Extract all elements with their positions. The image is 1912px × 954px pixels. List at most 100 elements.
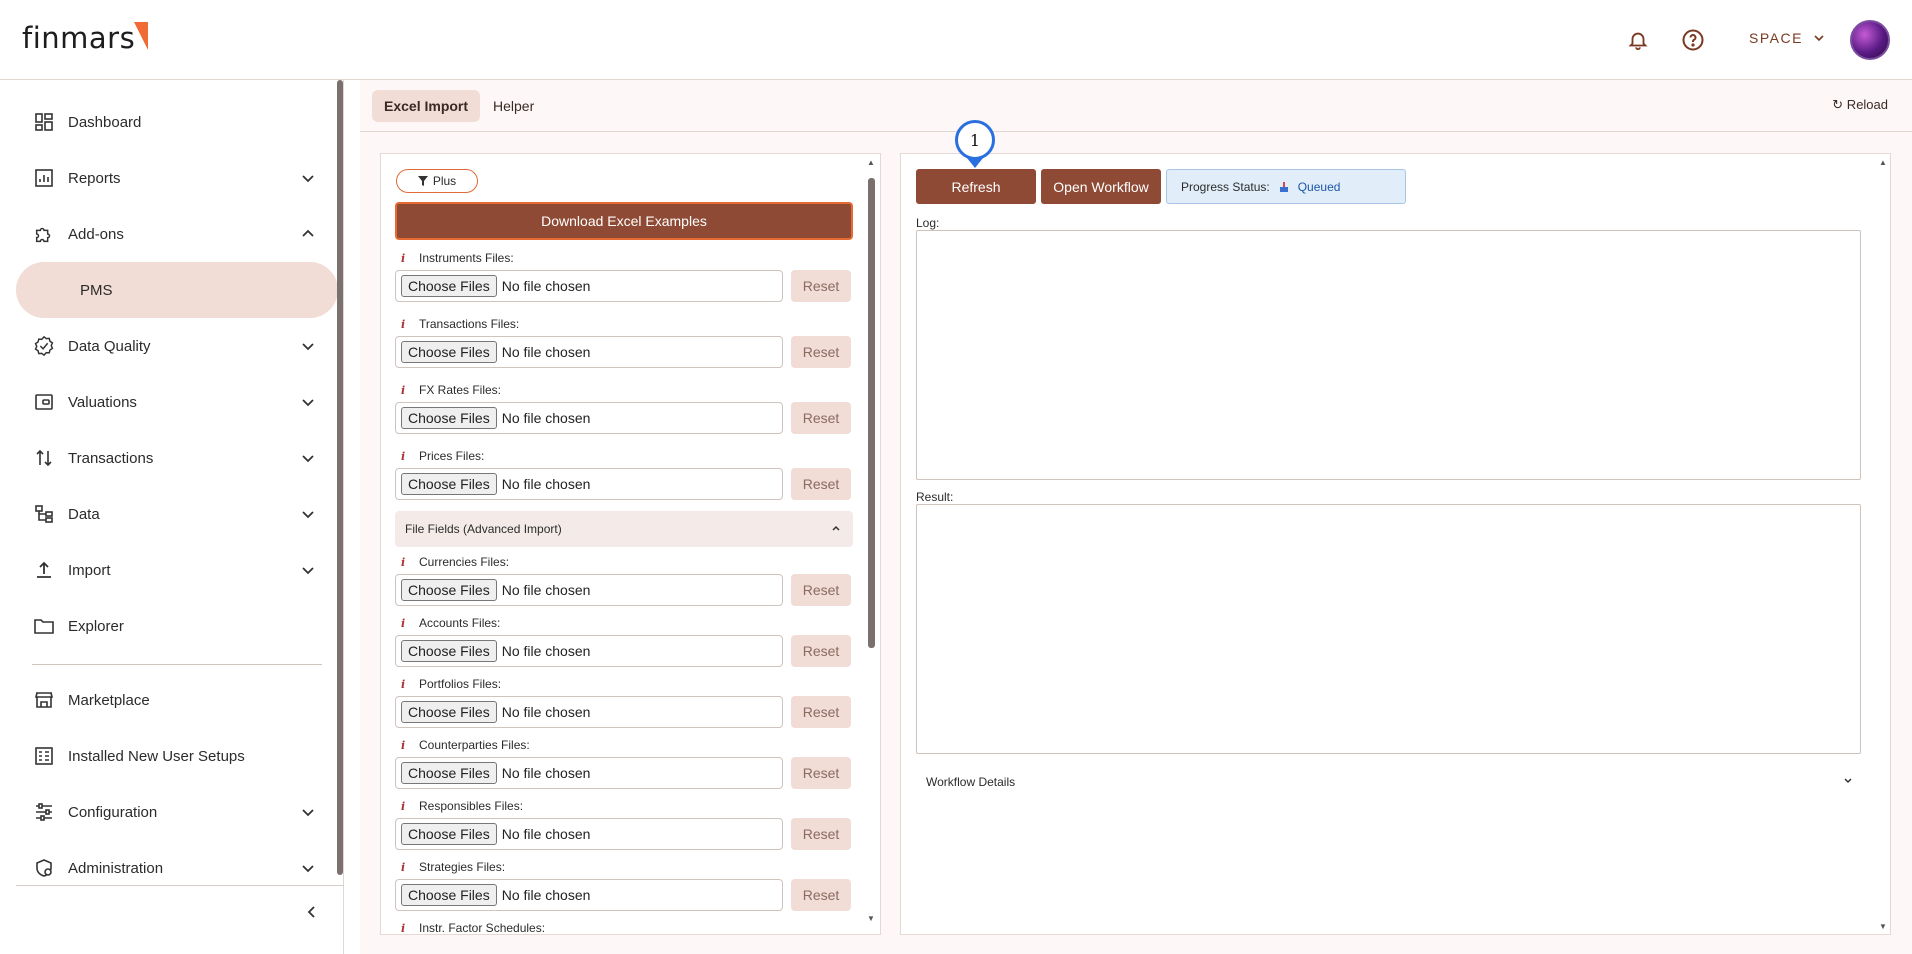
advanced-import-section-header[interactable]: File Fields (Advanced Import) — [395, 511, 853, 547]
reset-button[interactable]: Reset — [791, 757, 851, 789]
data-tree-icon — [32, 502, 56, 526]
sidebar-item-import[interactable]: Import — [16, 544, 336, 596]
choose-files-button[interactable]: Choose Files — [401, 701, 497, 723]
top-header: finmars SPACE — [0, 0, 1912, 80]
transactions-file-input[interactable]: Choose Files No file chosen — [395, 336, 783, 368]
sidebar-item-add-ons[interactable]: Add-ons — [16, 208, 336, 260]
choose-files-button[interactable]: Choose Files — [401, 640, 497, 662]
counterparties-file-input[interactable]: Choose Files No file chosen — [395, 757, 783, 789]
plus-filter-button[interactable]: Plus — [396, 169, 478, 193]
log-textarea[interactable] — [916, 230, 1861, 480]
sidebar-item-administration[interactable]: Administration — [16, 842, 336, 894]
scroll-down-arrow[interactable]: ▼ — [1879, 922, 1887, 931]
refresh-button[interactable]: Refresh — [916, 169, 1036, 204]
space-selector[interactable]: SPACE — [1749, 30, 1825, 46]
open-workflow-button[interactable]: Open Workflow — [1041, 169, 1161, 204]
file-field-label: i Strategies Files: — [401, 860, 506, 874]
prices-file-input[interactable]: Choose Files No file chosen — [395, 468, 783, 500]
choose-files-button[interactable]: Choose Files — [401, 473, 497, 495]
reset-button[interactable]: Reset — [791, 635, 851, 667]
reset-button[interactable]: Reset — [791, 879, 851, 911]
upload-icon — [32, 558, 56, 582]
info-icon[interactable]: i — [401, 922, 419, 935]
info-icon[interactable]: i — [401, 678, 419, 691]
sidebar-item-pms[interactable]: PMS — [16, 262, 338, 318]
sidebar-scrollbar[interactable] — [337, 80, 343, 875]
sidebar: Dashboard Reports Add-ons PMS Data Quali… — [0, 80, 344, 954]
file-field-label: i Transactions Files: — [401, 317, 520, 331]
result-textarea[interactable] — [916, 504, 1861, 754]
info-icon[interactable]: i — [401, 384, 419, 397]
dashboard-icon — [32, 110, 56, 134]
info-icon[interactable]: i — [401, 800, 419, 813]
info-icon[interactable]: i — [401, 556, 419, 569]
no-file-text: No file chosen — [501, 826, 591, 842]
info-icon[interactable]: i — [401, 318, 419, 331]
choose-files-button[interactable]: Choose Files — [401, 407, 497, 429]
sidebar-item-valuations[interactable]: Valuations — [16, 376, 336, 428]
fx-rates-file-input[interactable]: Choose Files No file chosen — [395, 402, 783, 434]
collapse-sidebar-button[interactable] — [300, 900, 324, 924]
instruments-file-input[interactable]: Choose Files No file chosen — [395, 270, 783, 302]
download-excel-examples-button[interactable]: Download Excel Examples — [395, 202, 853, 240]
sidebar-item-data[interactable]: Data — [16, 488, 336, 540]
choose-files-button[interactable]: Choose Files — [401, 341, 497, 363]
sidebar-item-label: Administration — [68, 859, 164, 877]
user-avatar[interactable] — [1850, 20, 1890, 60]
choose-files-button[interactable]: Choose Files — [401, 275, 497, 297]
accounts-file-input[interactable]: Choose Files No file chosen — [395, 635, 783, 667]
sidebar-item-marketplace[interactable]: Marketplace — [16, 674, 336, 726]
sidebar-item-installed-new-user-setups[interactable]: Installed New User Setups — [16, 730, 336, 782]
reset-button[interactable]: Reset — [791, 696, 851, 728]
sidebar-item-label: Data — [68, 505, 100, 523]
progress-status-box: Progress Status: Queued — [1166, 169, 1406, 204]
info-icon[interactable]: i — [401, 450, 419, 463]
workflow-details-toggle[interactable]: Workflow Details — [926, 775, 1015, 789]
portfolios-file-input[interactable]: Choose Files No file chosen — [395, 696, 783, 728]
file-row-prices: Choose Files No file chosen Reset — [395, 468, 855, 500]
choose-files-button[interactable]: Choose Files — [401, 579, 497, 601]
sidebar-item-reports[interactable]: Reports — [16, 152, 336, 204]
reset-button[interactable]: Reset — [791, 468, 851, 500]
chevron-down-icon — [302, 511, 314, 519]
scroll-up-arrow[interactable]: ▲ — [1879, 158, 1887, 167]
sidebar-item-data-quality[interactable]: Data Quality — [16, 320, 336, 372]
info-icon[interactable]: i — [401, 252, 419, 265]
chevron-down-icon — [302, 455, 314, 463]
reset-button[interactable]: Reset — [791, 574, 851, 606]
info-icon[interactable]: i — [401, 617, 419, 630]
scroll-down-arrow[interactable]: ▼ — [866, 914, 876, 923]
choose-files-button[interactable]: Choose Files — [401, 884, 497, 906]
left-panel-scrollbar[interactable] — [868, 178, 875, 648]
advanced-import-label: File Fields (Advanced Import) — [405, 522, 562, 536]
chevron-down-icon[interactable] — [1843, 776, 1853, 786]
sidebar-item-transactions[interactable]: Transactions — [16, 432, 336, 484]
file-field-label: i Portfolios Files: — [401, 677, 502, 691]
sidebar-item-dashboard[interactable]: Dashboard — [16, 96, 336, 148]
file-field-label: i FX Rates Files: — [401, 383, 502, 397]
scroll-up-arrow[interactable]: ▲ — [866, 158, 876, 167]
reset-button[interactable]: Reset — [791, 336, 851, 368]
sidebar-item-label: PMS — [80, 281, 113, 299]
strategies-file-input[interactable]: Choose Files No file chosen — [395, 879, 783, 911]
choose-files-button[interactable]: Choose Files — [401, 762, 497, 784]
help-icon[interactable] — [1679, 26, 1707, 54]
tab-excel-import[interactable]: Excel Import — [372, 90, 481, 122]
info-icon[interactable]: i — [401, 739, 419, 752]
responsibles-file-input[interactable]: Choose Files No file chosen — [395, 818, 783, 850]
sidebar-item-explorer[interactable]: Explorer — [16, 600, 336, 652]
tab-helper[interactable]: Helper — [481, 90, 546, 122]
sidebar-item-label: Reports — [68, 169, 121, 187]
currencies-file-input[interactable]: Choose Files No file chosen — [395, 574, 783, 606]
bell-icon[interactable] — [1624, 26, 1652, 54]
main-content: Excel Import Helper ↻ Reload Plus Downlo… — [360, 80, 1912, 954]
reload-button[interactable]: ↻ Reload — [1832, 97, 1888, 113]
reset-button[interactable]: Reset — [791, 270, 851, 302]
no-file-text: No file chosen — [501, 582, 591, 598]
finmars-logo[interactable]: finmars — [22, 20, 149, 55]
sidebar-item-configuration[interactable]: Configuration — [16, 786, 336, 838]
info-icon[interactable]: i — [401, 861, 419, 874]
reset-button[interactable]: Reset — [791, 818, 851, 850]
choose-files-button[interactable]: Choose Files — [401, 823, 497, 845]
reset-button[interactable]: Reset — [791, 402, 851, 434]
